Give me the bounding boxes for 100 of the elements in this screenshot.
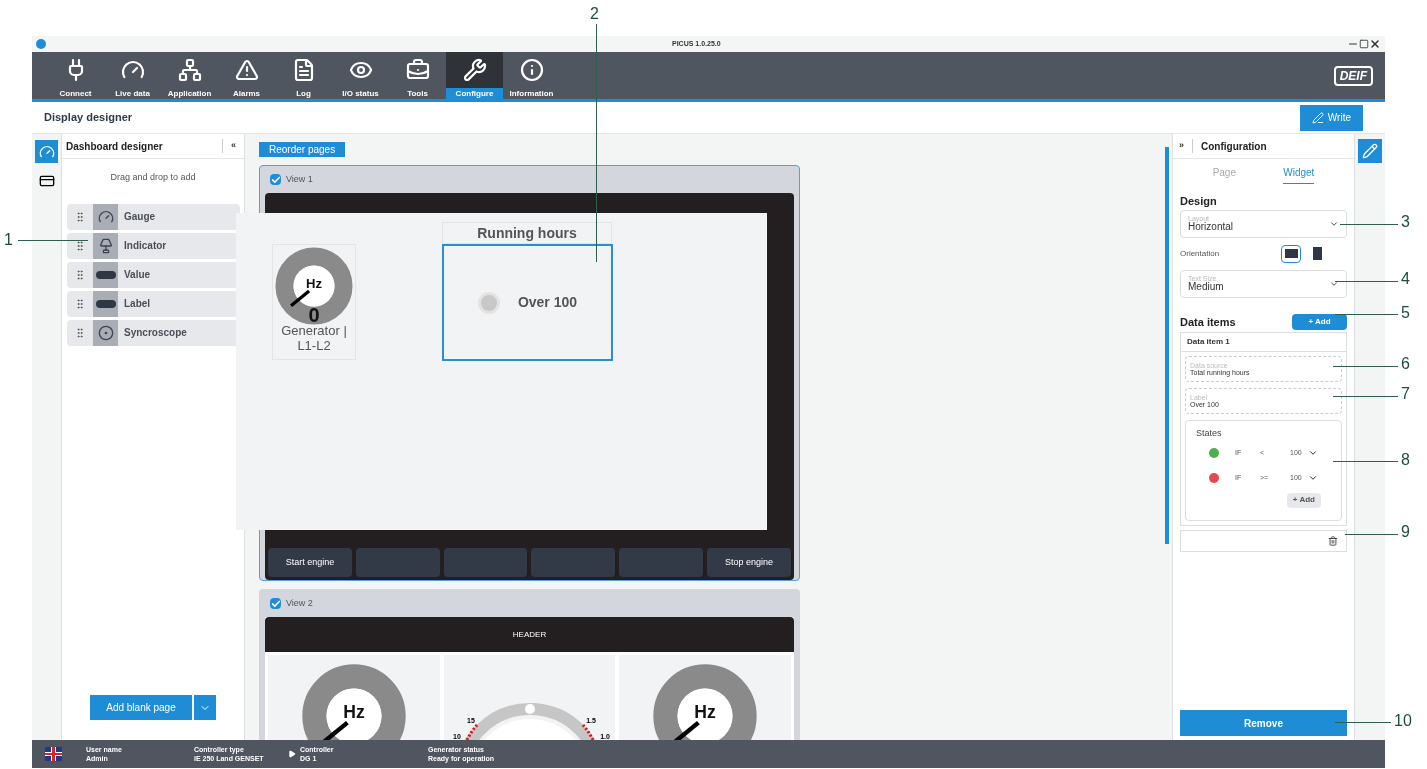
nav-tab[interactable]: Information [503,52,560,99]
leader-line [1333,461,1398,462]
remove-button[interactable]: Remove [1180,710,1347,736]
widget-label: Label [124,297,151,311]
reorder-pages-button[interactable]: Reorder pages [259,142,346,157]
brand-logo: DEIF [1333,65,1373,86]
widget-label: Gauge [124,210,156,224]
indicator-title: Running hours [477,223,577,243]
panel-tab[interactable]: Widget [1283,165,1315,184]
play-icon [288,750,296,758]
drag-handle-icon [74,268,86,281]
indicator-widget[interactable]: Over 100 [442,244,613,361]
gauge-label: Generator | L1-L2 [280,323,348,353]
drag-handle-icon [74,297,86,310]
app-logo-icon [36,39,46,49]
page-title: Display designer [44,110,133,126]
data-item-header[interactable]: Data item 1 [1180,332,1347,352]
callout-number: 9 [1401,522,1410,542]
close-icon[interactable] [1369,38,1381,50]
nav-tab[interactable]: Connect [47,52,104,99]
leader-line [1340,224,1398,225]
soft-key[interactable]: Stop engine [707,548,791,577]
gauge-icon [97,208,114,225]
checkbox[interactable] [270,174,281,185]
panel-title: Configuration [1201,139,1267,154]
callout-number: 6 [1401,354,1410,374]
widget-tile[interactable]: Hz [619,655,791,740]
soft-key[interactable]: Start engine [268,548,352,577]
widget-label: Syncroscope [124,326,187,340]
dropdown-button[interactable] [193,695,216,720]
callout-number: 1 [4,230,13,250]
widget-tile[interactable]: Hz [268,655,440,740]
widget-label: Indicator [124,239,167,253]
flowchart-icon [177,58,202,82]
toolbox-icon [405,58,430,82]
widget-palette-item[interactable]: Gauge [67,203,240,230]
nav-tab[interactable]: Log [275,52,332,99]
indicator-label: Over 100 [517,293,578,312]
callout-number: 7 [1401,384,1410,404]
drag-handle-icon [74,239,86,252]
nav-tab[interactable]: Alarms [218,52,275,99]
display-icon [95,270,116,279]
expand-button[interactable]: » [1179,139,1193,153]
horizontal-layout-button[interactable] [1281,244,1301,263]
dial-icon [97,324,114,341]
callout-number: 2 [590,4,599,24]
callout-number: 8 [1401,450,1410,470]
leader-line [1335,281,1398,282]
lamp-icon [97,237,114,254]
nav-tab[interactable]: Configure [446,52,503,99]
flag-icon[interactable] [45,747,62,761]
leader-line [18,240,88,241]
write-button[interactable]: Write [1299,104,1363,131]
drag-handle-icon [74,210,86,223]
leader-line [1333,366,1398,367]
display-icon [95,299,116,308]
maximize-icon[interactable] [1359,39,1369,49]
collapse-button[interactable]: « [222,139,240,153]
field-value: Horizontal [1188,222,1234,232]
section-heading: Design [1180,194,1218,209]
callout-number: 10 [1394,711,1412,731]
add-state-button[interactable]: + Add [1286,492,1321,508]
nav-tab[interactable]: Tools [389,52,446,99]
leader-line [1333,396,1398,397]
nav-tab[interactable]: I/O status [332,52,389,99]
section-heading: Data items [1180,314,1236,330]
add-button[interactable]: + Add [1292,313,1347,330]
leader-line [1335,722,1391,723]
card-icon[interactable] [38,173,55,189]
caret-icon [1307,448,1318,458]
field-label: Orientation [1180,247,1220,260]
panel-title: Dashboard designer [66,139,163,154]
callout-number: 4 [1401,269,1410,289]
states-title: States [1196,427,1223,440]
trash-icon[interactable] [1328,536,1338,546]
info-icon [519,58,544,82]
leader-line [1335,314,1398,315]
widget-label: Value [124,268,151,282]
pencil-icon [1362,143,1378,159]
nav-tab[interactable]: Live data [104,52,161,99]
data-item-title: Data item 1 [1187,336,1230,348]
header-text: HEADER [512,628,547,641]
scrollbar[interactable] [1165,147,1169,544]
wrench-icon [462,58,487,82]
leader-line [1345,534,1398,535]
view-label: View 1 [286,172,313,186]
edit-button[interactable] [1358,139,1382,163]
gauge-value: 0 [307,305,321,325]
caret-icon [1307,473,1318,483]
add-blank-page-button[interactable]: Add blank page [90,695,192,720]
nav-tab[interactable]: Application [161,52,218,99]
designer-tool-button[interactable] [35,140,58,163]
gauge-icon [38,143,55,160]
drag-handle-icon [74,326,86,339]
warning-icon [234,58,259,82]
indicator-lamp-icon [477,291,500,314]
hint-text: Drag and drop to add [109,171,197,184]
view-label: View 2 [286,596,313,610]
checkbox[interactable] [270,598,281,609]
callout-number: 3 [1401,212,1410,232]
